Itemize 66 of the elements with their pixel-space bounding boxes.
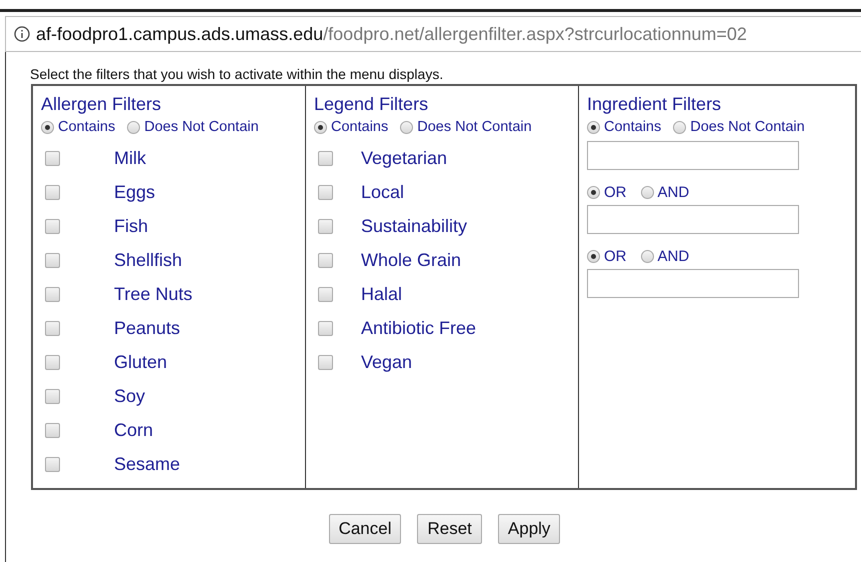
checkbox[interactable] [45, 354, 60, 370]
checkbox[interactable] [45, 150, 60, 166]
radio-label: Does Not Contain [144, 119, 259, 135]
radio-label: AND [658, 184, 690, 201]
filter-label: Shellfish [114, 250, 182, 270]
checkbox[interactable] [45, 388, 60, 404]
radio-button[interactable] [587, 250, 600, 263]
checkbox[interactable] [45, 184, 60, 200]
checkbox[interactable] [318, 184, 333, 200]
radio-button[interactable] [400, 120, 414, 134]
radio-label: Contains [604, 119, 662, 135]
checkbox[interactable] [318, 354, 333, 370]
filter-label: Soy [114, 386, 146, 406]
ingredient-field[interactable] [587, 269, 799, 298]
radio-button[interactable] [41, 120, 54, 134]
column-title: Ingredient Filters [587, 94, 722, 115]
filter-label: Corn [114, 420, 154, 440]
filter-label: Whole Grain [361, 250, 462, 270]
ingredient-field[interactable] [587, 205, 799, 234]
filter-label: Antibiotic Free [361, 318, 476, 338]
dialog-button[interactable]: Cancel [328, 514, 402, 544]
checkbox[interactable] [318, 218, 333, 234]
filter-label: Local [361, 182, 404, 202]
radio-label: Contains [331, 119, 388, 135]
checkbox[interactable] [45, 320, 60, 336]
dialog-button[interactable]: Reset [417, 514, 482, 544]
info-icon [14, 26, 30, 42]
dialog-button[interactable]: Apply [498, 514, 560, 544]
address-bar[interactable]: af-foodpro1.campus.ads.umass.edu/foodpro.net/allergenfilter.aspx?strcurlocationnum=02 [5, 16, 861, 52]
filter-label: Sesame [114, 454, 180, 474]
filter-label: Fish [114, 216, 148, 236]
checkbox[interactable] [318, 150, 333, 166]
instruction-text: Select the filters that you wish to activate within the menu displays. [30, 66, 444, 82]
filter-label: Sustainability [361, 216, 468, 236]
filter-label: Milk [114, 148, 146, 168]
filter-label: Tree Nuts [114, 284, 192, 304]
radio-label: Contains [58, 119, 116, 135]
checkbox[interactable] [318, 252, 333, 268]
ingredient-field[interactable] [587, 141, 799, 170]
radio-label: AND [658, 248, 690, 265]
radio-button[interactable] [640, 250, 654, 263]
radio-button[interactable] [673, 120, 686, 134]
radio-label: OR [604, 184, 626, 201]
checkbox[interactable] [318, 320, 333, 336]
filter-label: Halal [361, 284, 402, 304]
checkbox[interactable] [45, 286, 60, 302]
radio-label: Does Not Contain [417, 119, 532, 135]
radio-button[interactable] [587, 186, 600, 199]
radio-label: Does Not Contain [690, 119, 805, 135]
radio-button[interactable] [314, 120, 327, 134]
filter-label: Eggs [114, 182, 156, 202]
checkbox[interactable] [318, 286, 333, 302]
radio-button[interactable] [587, 120, 600, 134]
radio-button[interactable] [127, 120, 140, 134]
checkbox[interactable] [45, 218, 60, 234]
filter-label: Peanuts [114, 318, 180, 338]
column-title: Allergen Filters [41, 94, 162, 115]
checkbox[interactable] [45, 456, 60, 472]
filter-label: Vegetarian [361, 148, 448, 168]
radio-button[interactable] [640, 186, 654, 199]
checkbox[interactable] [45, 422, 60, 438]
filter-label: Vegan [361, 352, 412, 372]
column-title: Legend Filters [314, 94, 428, 115]
checkbox[interactable] [45, 252, 60, 268]
filter-label: Gluten [114, 352, 168, 372]
radio-label: OR [604, 248, 626, 265]
